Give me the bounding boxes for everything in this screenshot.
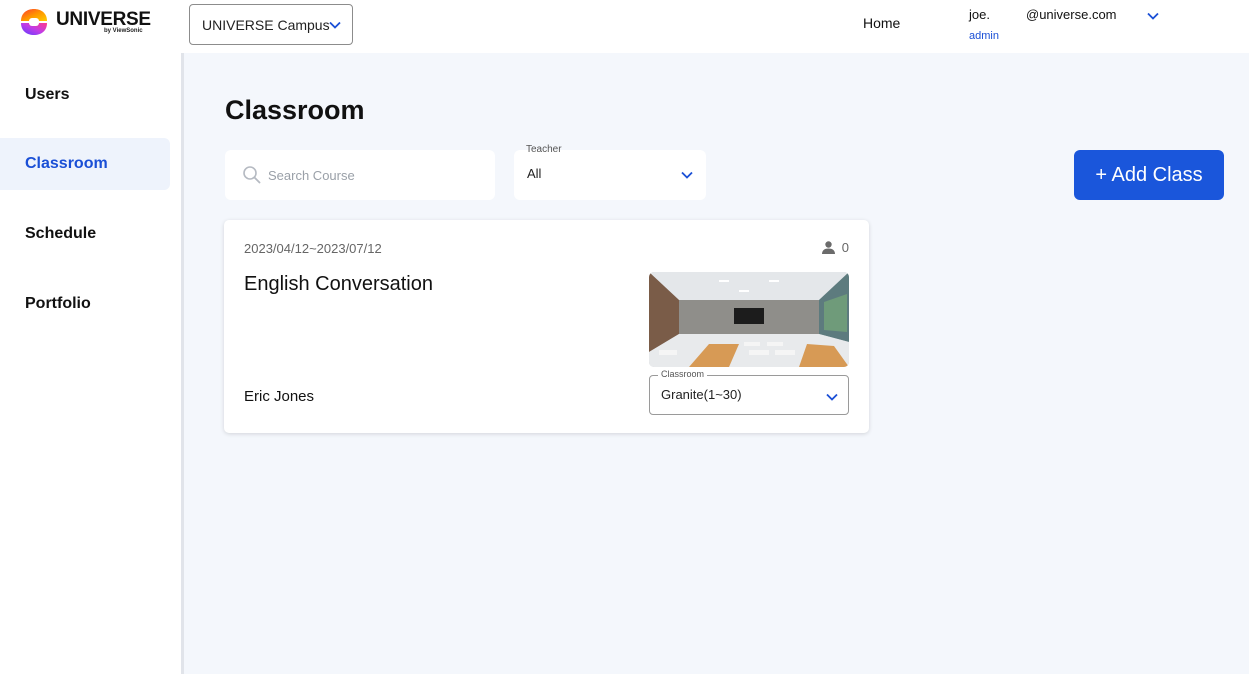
top-bar: UNIVERSE by ViewSonic UNIVERSE Campus Ho… xyxy=(0,0,1249,53)
class-card[interactable]: 2023/04/12~2023/07/12 0 English Conversa… xyxy=(224,220,869,433)
search-box xyxy=(225,150,495,200)
sidebar-item-schedule[interactable]: Schedule xyxy=(0,208,170,260)
user-email: @universe.com xyxy=(1026,7,1117,22)
person-icon xyxy=(821,241,835,254)
sidebar-item-label: Portfolio xyxy=(25,295,91,312)
add-class-button[interactable]: + Add Class xyxy=(1074,150,1224,200)
student-count: 0 xyxy=(821,240,849,255)
search-input[interactable] xyxy=(268,164,478,186)
brand-sub: by ViewSonic xyxy=(104,28,143,34)
home-link[interactable]: Home xyxy=(863,15,900,31)
campus-select-value: UNIVERSE Campus xyxy=(202,16,330,33)
class-teacher: Eric Jones xyxy=(244,388,315,405)
class-date-range: 2023/04/12~2023/07/12 xyxy=(244,241,382,256)
class-title[interactable]: English Conversation xyxy=(244,273,433,296)
classroom-select-value: Granite(1~30) xyxy=(661,387,742,402)
teacher-select-value: All xyxy=(527,166,542,181)
teacher-select-label: Teacher xyxy=(526,144,562,155)
chevron-down-icon xyxy=(826,393,838,401)
search-icon xyxy=(243,166,261,184)
campus-select[interactable]: UNIVERSE Campus xyxy=(189,4,353,45)
classroom-select[interactable]: Classroom Granite(1~30) xyxy=(649,369,849,415)
page-title: Classroom xyxy=(225,95,365,125)
classroom-select-label: Classroom xyxy=(658,369,708,379)
teacher-select[interactable]: Teacher All xyxy=(514,144,706,200)
chevron-down-icon xyxy=(681,171,693,179)
sidebar-item-label: Users xyxy=(25,86,70,103)
sidebar-item-classroom[interactable]: Classroom xyxy=(0,138,170,190)
student-count-value: 0 xyxy=(841,240,849,255)
user-name: joe. xyxy=(969,7,990,22)
user-role: admin xyxy=(969,30,999,42)
sidebar-item-label: Classroom xyxy=(25,155,108,172)
sidebar-item-users[interactable]: Users xyxy=(0,69,170,121)
user-menu-chevron-icon[interactable] xyxy=(1146,10,1160,22)
universe-logo-icon xyxy=(21,9,47,35)
sidebar-item-label: Schedule xyxy=(25,225,97,242)
chevron-down-icon xyxy=(329,21,341,29)
sidebar-item-portfolio[interactable]: Portfolio xyxy=(0,278,170,330)
brand-logo[interactable]: UNIVERSE by ViewSonic xyxy=(19,8,151,38)
sidebar: Users Classroom Schedule Portfolio xyxy=(0,53,184,674)
classroom-thumbnail xyxy=(649,272,849,367)
